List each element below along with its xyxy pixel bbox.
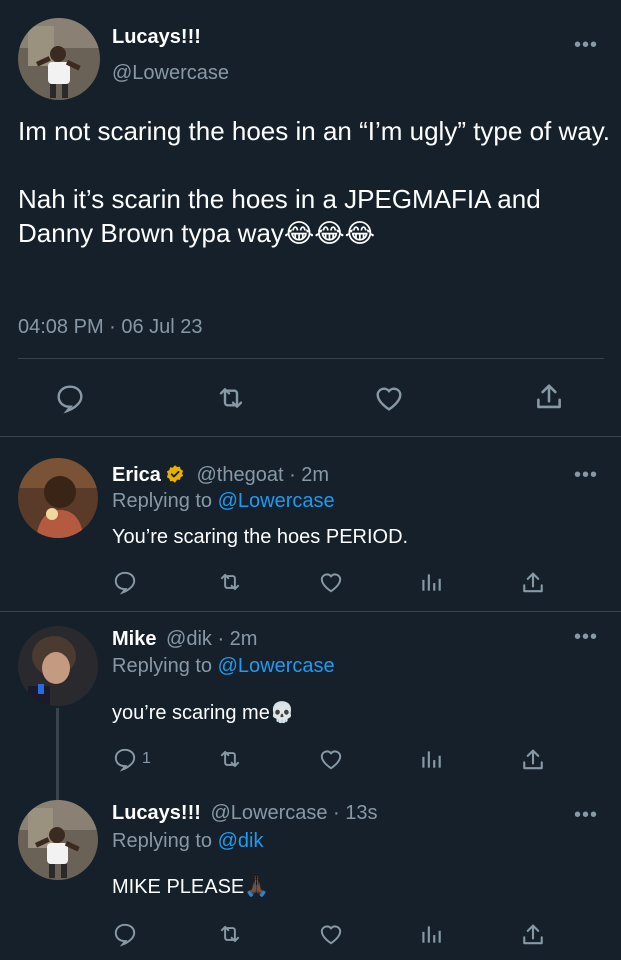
more-icon[interactable]: ••• [574, 465, 598, 485]
avatar[interactable] [18, 626, 98, 706]
like-icon[interactable] [372, 382, 406, 414]
more-icon[interactable]: ••• [574, 627, 598, 647]
reply-header: Lucays!!! @Lowercase · 13s [112, 802, 378, 825]
reply-tweet[interactable]: ••• Mike @dik · 2m Replying to @Lowercas… [0, 612, 621, 800]
tweet-body: Im not scaring the hoes in an “I’m ugly”… [18, 114, 618, 284]
handle-time: @thegoat · 2m [196, 464, 330, 486]
mention-link[interactable]: @Lowercase [218, 655, 335, 677]
reply-header: Erica @thegoat · 2m [112, 464, 329, 490]
handle-time: @dik · 2m [166, 628, 258, 650]
reply-text: You’re scaring the hoes PERIOD. [112, 526, 409, 548]
action-bar [0, 380, 621, 420]
reply-count: 1 [142, 750, 151, 767]
divider [18, 358, 604, 359]
display-name[interactable]: Erica [112, 464, 161, 486]
replying-to: Replying to @dik [112, 830, 264, 853]
reply-icon[interactable] [54, 382, 86, 414]
share-icon[interactable] [519, 569, 547, 597]
like-icon[interactable] [317, 569, 345, 595]
handle-time: @Lowercase · 13s [210, 802, 378, 824]
retweet-icon[interactable] [216, 746, 244, 772]
action-bar [0, 921, 621, 951]
more-icon[interactable]: ••• [574, 35, 598, 55]
reply-icon[interactable] [112, 921, 142, 947]
replying-label: Replying to [112, 830, 218, 852]
more-icon[interactable]: ••• [574, 805, 598, 825]
views-icon[interactable] [418, 569, 444, 595]
retweet-icon[interactable] [214, 382, 248, 414]
display-name[interactable]: Mike [112, 628, 156, 650]
share-icon[interactable] [532, 380, 566, 414]
tweet-paragraph: Nah it’s scarin the hoes in a JPEGMAFIA … [18, 184, 541, 248]
retweet-icon[interactable] [216, 921, 244, 947]
views-icon[interactable] [418, 921, 444, 947]
avatar[interactable] [18, 458, 98, 538]
avatar[interactable] [18, 800, 98, 880]
handle[interactable]: @Lowercase [112, 62, 229, 85]
action-bar: 1 [0, 746, 621, 776]
share-icon[interactable] [519, 921, 547, 949]
reply-tweet[interactable]: ••• Lucays!!! @Lowercase · 13s Replying … [0, 788, 621, 960]
reply-icon[interactable]: 1 [112, 746, 151, 772]
replying-to: Replying to @Lowercase [112, 655, 335, 678]
display-name[interactable]: Lucays!!! [112, 26, 201, 49]
replying-label: Replying to [112, 655, 218, 677]
reply-text: you’re scaring me💀 [112, 702, 295, 724]
avatar[interactable] [18, 18, 100, 100]
display-name[interactable]: Lucays!!! [112, 802, 201, 824]
reply-header: Mike @dik · 2m [112, 628, 257, 651]
reply-text: MIKE PLEASE🙏🏿 [112, 876, 270, 898]
like-icon[interactable] [317, 921, 345, 947]
action-bar [0, 569, 621, 599]
retweet-icon[interactable] [216, 569, 244, 595]
verified-badge-icon [165, 464, 185, 490]
mention-link[interactable]: @dik [218, 830, 264, 852]
like-icon[interactable] [317, 746, 345, 772]
mention-link[interactable]: @Lowercase [218, 490, 335, 512]
main-tweet: Lucays!!! @Lowercase ••• Im not scaring … [0, 0, 621, 437]
views-icon[interactable] [418, 746, 444, 772]
reply-tweet[interactable]: ••• Erica @thegoat · 2m Replying to @Low… [0, 438, 621, 611]
timestamp[interactable]: 04:08 PM · 06 Jul 23 [18, 316, 203, 339]
reply-icon[interactable] [112, 569, 142, 595]
replying-to: Replying to @Lowercase [112, 490, 335, 513]
replying-label: Replying to [112, 490, 218, 512]
share-icon[interactable] [519, 746, 547, 774]
tweet-paragraph: Im not scaring the hoes in an “I’m ugly”… [18, 116, 611, 146]
